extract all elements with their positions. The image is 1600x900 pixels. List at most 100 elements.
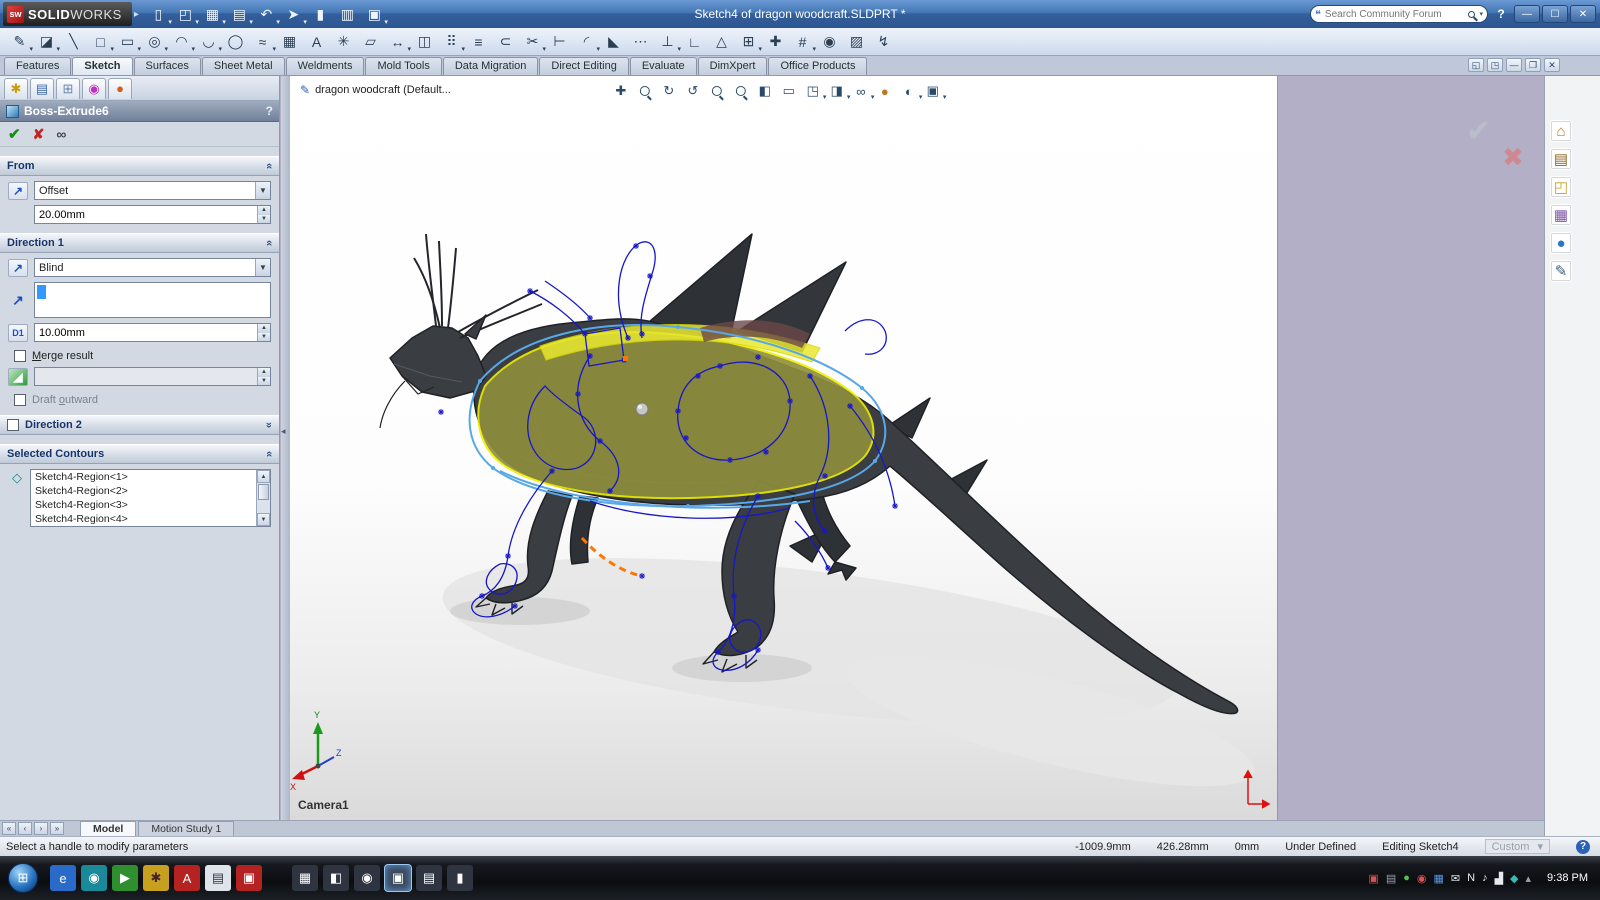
menu-expand-icon[interactable]: ▸ bbox=[134, 9, 139, 20]
file-explorer-icon[interactable]: ◰ bbox=[1550, 176, 1572, 198]
notes-app-icon[interactable]: ▤ bbox=[205, 865, 231, 891]
selected-contours-list[interactable]: Sketch4-Region<1> Sketch4-Region<2> Sketch… bbox=[30, 469, 271, 527]
new-document-icon[interactable]: ▯ bbox=[146, 3, 172, 26]
select-icon[interactable]: ➤ bbox=[281, 3, 307, 26]
scroll-thumb[interactable] bbox=[258, 484, 269, 500]
media-player-icon[interactable]: ▶ bbox=[112, 865, 138, 891]
hide-show-items-icon[interactable]: ∞ bbox=[850, 81, 874, 102]
pattern-icon[interactable]: ⊞ bbox=[736, 30, 762, 53]
dropdown-arrow-icon[interactable]: ▼ bbox=[255, 259, 270, 276]
options-icon[interactable]: ▣ bbox=[362, 3, 388, 26]
ok-button[interactable]: ✔ bbox=[8, 125, 21, 143]
property-manager-tab[interactable]: ▤ bbox=[30, 77, 54, 99]
zoom-fit-icon[interactable] bbox=[634, 81, 655, 101]
draft-angle-input[interactable] bbox=[35, 370, 257, 383]
offset-distance-field[interactable]: ▲▼ bbox=[34, 205, 271, 224]
exit-sketch-icon[interactable]: ✎ bbox=[7, 30, 33, 53]
section-direction1[interactable]: Direction 1 « bbox=[0, 233, 279, 253]
child-close-button[interactable]: ✕ bbox=[1544, 58, 1560, 72]
dock-pane-icon[interactable]: ◱ bbox=[1468, 58, 1484, 72]
statusbar-help-icon[interactable]: ? bbox=[1576, 839, 1590, 854]
instant3d-icon[interactable]: ↯ bbox=[871, 30, 896, 53]
document-tab[interactable]: Model bbox=[80, 821, 137, 836]
detailed-preview-icon[interactable]: ∞ bbox=[56, 126, 66, 142]
display-relations-icon[interactable]: ⊥ bbox=[655, 30, 681, 53]
tray-onenote-icon[interactable]: N bbox=[1467, 872, 1475, 884]
ribbon-tab[interactable]: DimXpert bbox=[697, 57, 768, 75]
sketch-warning-icon[interactable]: △ bbox=[709, 30, 734, 53]
zoom-area-icon[interactable] bbox=[706, 81, 727, 101]
depth-spinner[interactable]: ▲ ▼ bbox=[257, 324, 270, 341]
breadcrumb[interactable]: ✎ dragon woodcraft (Default... bbox=[300, 83, 451, 97]
ellipse-icon[interactable]: ◯ bbox=[223, 30, 248, 53]
contour-list-item[interactable]: Sketch4-Region<1> bbox=[31, 470, 256, 484]
mirror-entities-icon[interactable]: ◫ bbox=[412, 30, 437, 53]
annotation-icon[interactable]: ▭ bbox=[778, 81, 799, 101]
child-minimize-button[interactable]: — bbox=[1506, 58, 1522, 72]
appearances-icon[interactable]: ● bbox=[1550, 232, 1572, 254]
messenger-icon[interactable]: ✱ bbox=[143, 865, 169, 891]
rotate-view-icon[interactable]: ↻ bbox=[658, 81, 679, 101]
rectangle-icon[interactable]: □ bbox=[88, 30, 114, 54]
from-dropdown[interactable]: Offset ▼ bbox=[34, 181, 271, 200]
ribbon-tab[interactable]: Weldments bbox=[285, 57, 365, 75]
collapse-icon[interactable]: « bbox=[263, 451, 275, 457]
ribbon-tab[interactable]: Surfaces bbox=[133, 57, 201, 75]
file-properties-icon[interactable]: ▥ bbox=[335, 3, 360, 26]
smart-dimension-icon[interactable]: ↔ bbox=[385, 30, 412, 54]
ribbon-tab[interactable]: Features bbox=[4, 57, 72, 75]
collapse-panel-icon[interactable]: ◂ bbox=[281, 426, 286, 437]
construction-geometry-icon[interactable]: ⋯ bbox=[628, 30, 653, 53]
solidworks-resources-icon[interactable]: ⌂ bbox=[1550, 120, 1572, 142]
extend-entities-icon[interactable]: ⊢ bbox=[547, 30, 572, 53]
collapse-icon[interactable]: « bbox=[263, 240, 275, 246]
linear-pattern-icon[interactable]: ⠿ bbox=[439, 30, 465, 53]
first-tab-button[interactable]: « bbox=[2, 822, 16, 835]
ribbon-tab[interactable]: Data Migration bbox=[442, 57, 539, 75]
drag-handle[interactable] bbox=[635, 402, 649, 416]
line-icon[interactable]: ╲ bbox=[61, 30, 86, 53]
explorer-window-button[interactable]: ▦ bbox=[292, 865, 318, 891]
tray-alert-icon[interactable]: ◉ bbox=[1417, 872, 1427, 885]
apply-scene-icon[interactable]: ◐ bbox=[898, 81, 922, 102]
tray-sync-icon[interactable]: ● bbox=[1403, 872, 1410, 884]
configuration-manager-tab[interactable]: ⊞ bbox=[56, 77, 80, 99]
scroll-up-icon[interactable]: ▲ bbox=[257, 470, 270, 483]
prev-tab-button[interactable]: ‹ bbox=[18, 822, 32, 835]
tray-volume-icon[interactable]: ♪ bbox=[1482, 872, 1488, 884]
solidworks-window-button[interactable]: ▣ bbox=[385, 865, 411, 891]
dimxpert-manager-tab[interactable]: ◉ bbox=[82, 77, 106, 99]
depth-field[interactable]: ▲▼ bbox=[34, 323, 271, 342]
taskbar-clock[interactable]: 9:38 PM bbox=[1541, 872, 1600, 884]
snap-icon[interactable]: ✚ bbox=[763, 30, 788, 53]
end-condition-dropdown[interactable]: Blind ▼ bbox=[34, 258, 271, 277]
dropdown-arrow-icon[interactable]: ▼ bbox=[255, 182, 270, 199]
arc-icon[interactable]: ◠ bbox=[169, 30, 195, 53]
units-dropdown[interactable]: Custom ▾ bbox=[1484, 839, 1550, 854]
tray-mail-icon[interactable]: ✉ bbox=[1451, 872, 1460, 885]
contour-list-item[interactable]: Sketch4-Region<4> bbox=[31, 512, 256, 526]
search-icon[interactable] bbox=[1468, 10, 1476, 18]
direction-arrow-icon[interactable]: ↗ bbox=[8, 291, 28, 309]
display-style-icon[interactable]: ◨ bbox=[826, 81, 851, 101]
draft-angle-field[interactable]: ▲ ▼ bbox=[34, 367, 271, 386]
expand-icon[interactable]: « bbox=[263, 422, 275, 428]
print-icon[interactable]: ▤ bbox=[227, 3, 253, 26]
ribbon-tab[interactable]: Sketch bbox=[72, 57, 133, 75]
section-selected-contours[interactable]: Selected Contours « bbox=[0, 444, 279, 464]
tray-display-icon[interactable]: ▦ bbox=[1433, 872, 1443, 885]
rebuild-icon[interactable]: ▮ bbox=[308, 3, 333, 26]
offset-spinner[interactable]: ▲ ▼ bbox=[257, 206, 270, 223]
tray-shield-icon[interactable]: ◆ bbox=[1510, 872, 1518, 885]
circle-icon[interactable]: ◎ bbox=[142, 30, 168, 53]
graphics-area[interactable]: Y X Z bbox=[290, 76, 1278, 820]
section-from[interactable]: From « bbox=[0, 156, 279, 176]
direction-reference-box[interactable] bbox=[34, 282, 271, 318]
merge-result-checkbox[interactable] bbox=[14, 350, 26, 362]
collapse-icon[interactable]: « bbox=[263, 163, 275, 169]
convert-entities-icon[interactable]: ⊂ bbox=[493, 30, 518, 53]
depth-input[interactable] bbox=[35, 326, 257, 339]
section-view-icon[interactable]: ◧ bbox=[754, 81, 775, 101]
ribbon-tab[interactable]: Mold Tools bbox=[365, 57, 442, 75]
slot-icon[interactable]: ▭ bbox=[115, 30, 141, 53]
